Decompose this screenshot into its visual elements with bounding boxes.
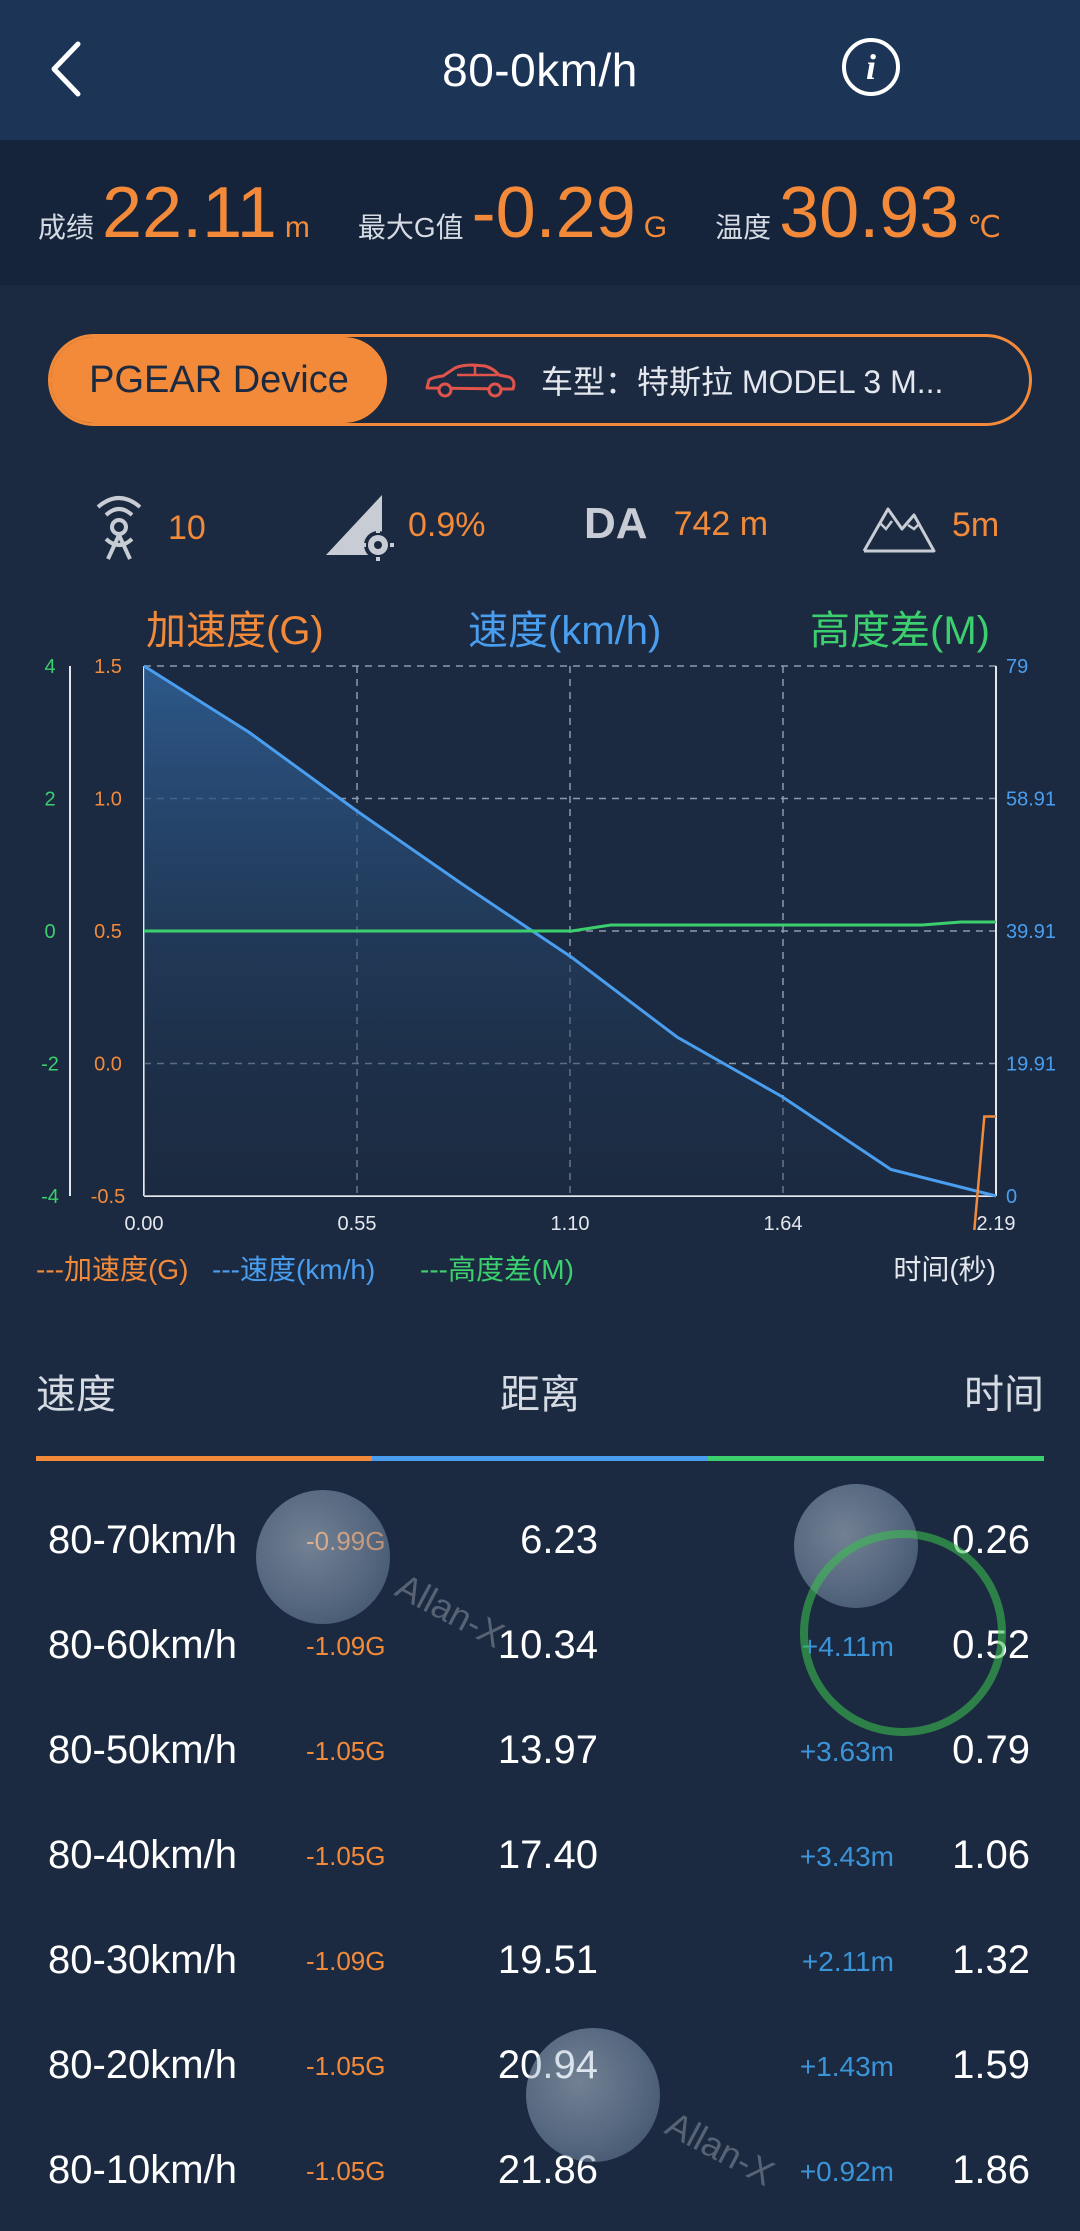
legend-speed: ---速度(km/h) [212, 1254, 376, 1285]
chart-heading-speed: 速度(km/h) [468, 609, 662, 653]
table-header-speed: 速度 [36, 1373, 116, 1417]
x-axis-label: 时间(秒) [893, 1254, 996, 1285]
header-divider [36, 1456, 1044, 1461]
satellite-signal-icon [96, 496, 142, 560]
metrics-row: 10 0.9% DA 742 m 5m [0, 485, 1080, 565]
y-tick-label-altitude-scale: 4 [44, 656, 55, 678]
x-tick-label: 1.10 [551, 1213, 590, 1230]
distance-value: 17.40 [497, 1833, 598, 1877]
speed-range: 80-10km/h [48, 2148, 237, 2192]
table-header-distance: 距离 [500, 1373, 580, 1417]
watermark-avatar [526, 2028, 660, 2162]
result-stats: 成绩 22.11 m 最大G值 -0.29 G 温度 30.93 ℃ [0, 140, 1080, 285]
table-row: 80-40km/h -1.05G 17.40 +3.43m 1.06 [0, 1811, 1080, 1916]
speed-range: 80-30km/h [48, 1938, 237, 1982]
distance-value: 19.51 [497, 1938, 598, 1982]
back-arrow-icon[interactable] [40, 36, 100, 102]
y-tick-label-speed: 0 [1006, 1186, 1017, 1208]
y-tick-label-speed: 79 [1006, 656, 1028, 678]
certification-stamp [800, 1530, 1006, 1736]
speed-range: 80-40km/h [48, 1833, 237, 1877]
y-tick-label-altitude-scale: -4 [41, 1186, 59, 1208]
performance-chart: 4 1.5 79 2 1.0 58.91 0 0.5 39.91 -2 0.0 19.91 -4 -0.5… [41, 656, 1056, 1230]
y-tick-label-speed: 39.91 [1006, 921, 1056, 943]
y-tick-label-altitude-scale: 2 [44, 789, 55, 811]
car-model-label: 车型：特斯拉 MODEL 3 M... [541, 364, 944, 400]
distance-diff: +2.11m [801, 1946, 894, 1977]
mountain-icon [862, 507, 936, 553]
y-tick-label-speed: 58.91 [1006, 789, 1056, 811]
time-value: 1.86 [952, 2148, 1030, 2192]
stat-temperature: 温度 30.93 ℃ [715, 172, 1001, 253]
distance-diff: +3.43m [799, 1841, 894, 1872]
legend-altitude: ---高度差(M) [420, 1254, 574, 1285]
density-altitude-metric: DA 742 m [584, 499, 769, 548]
speed-range: 80-60km/h [48, 1623, 237, 1667]
chart-heading-altitude: 高度差(M) [810, 609, 990, 653]
watermark-avatar [256, 1490, 390, 1624]
info-icon[interactable]: i [842, 38, 900, 96]
device-name-button[interactable]: PGEAR Device [51, 337, 387, 423]
car-icon [425, 363, 516, 398]
stat-result: 成绩 22.11 m [38, 172, 310, 253]
distance-value: 13.97 [497, 1728, 598, 1772]
y-tick-label-altitude-scale: 0 [44, 921, 55, 943]
device-selector[interactable]: PGEAR Device 车型：特斯拉 MODEL 3 M... [48, 334, 1032, 426]
speed-range: 80-70km/h [48, 1518, 237, 1562]
g-value: -1.05G [306, 2156, 386, 2186]
y-tick-label-speed: 19.91 [1006, 1054, 1056, 1076]
x-tick-label: 0.00 [125, 1213, 164, 1230]
g-value: -1.05G [306, 1736, 386, 1766]
distance-diff: +1.43m [799, 2051, 894, 2082]
distance-diff: +3.63m [799, 1736, 894, 1767]
legend-acceleration: ---加速度(G) [36, 1254, 189, 1285]
altitude-metric: 5m [862, 495, 999, 555]
distance-value: 10.34 [497, 1623, 598, 1667]
y-tick-label-acceleration: 0.0 [94, 1054, 122, 1076]
time-value: 1.06 [952, 1833, 1030, 1877]
satellite-metric: 10 [84, 495, 206, 561]
top-bar: 80-0km/h i [0, 0, 1080, 140]
page-title: 80-0km/h [442, 44, 638, 96]
y-tick-label-acceleration: 1.0 [94, 789, 122, 811]
speed-range: 80-20km/h [48, 2043, 237, 2087]
table-header-time: 时间 [964, 1373, 1044, 1417]
distance-diff: +0.92m [799, 2156, 894, 2187]
time-value: 1.59 [952, 2043, 1030, 2087]
slope-gear-icon [326, 495, 394, 561]
stat-max-g: 最大G值 -0.29 G [357, 172, 668, 253]
g-value: -1.05G [306, 1841, 386, 1871]
slope-metric: 0.9% [322, 489, 486, 561]
distance-value: 6.23 [520, 1518, 598, 1562]
x-tick-label: 2.19 [977, 1213, 1016, 1230]
time-value: 0.79 [952, 1728, 1030, 1772]
x-tick-label: 1.64 [764, 1213, 803, 1230]
g-value: -1.09G [306, 1631, 386, 1661]
chart-heading-acceleration: 加速度(G) [146, 609, 324, 653]
y-tick-label-altitude-scale: -2 [41, 1054, 59, 1076]
x-tick-label: 0.55 [338, 1213, 377, 1230]
g-value: -1.05G [306, 2051, 386, 2081]
table-row: 80-10km/h -1.05G 21.86 +0.92m 1.86 [0, 2126, 1080, 2231]
y-tick-label-acceleration: 0.5 [94, 921, 122, 943]
table-row: 80-30km/h -1.09G 19.51 +2.11m 1.32 [0, 1916, 1080, 2021]
time-value: 1.32 [952, 1938, 1030, 1982]
y-tick-label-acceleration: 1.5 [94, 656, 122, 678]
g-value: -1.09G [306, 1946, 386, 1976]
speed-range: 80-50km/h [48, 1728, 237, 1772]
y-tick-label-acceleration: -0.5 [91, 1186, 125, 1208]
